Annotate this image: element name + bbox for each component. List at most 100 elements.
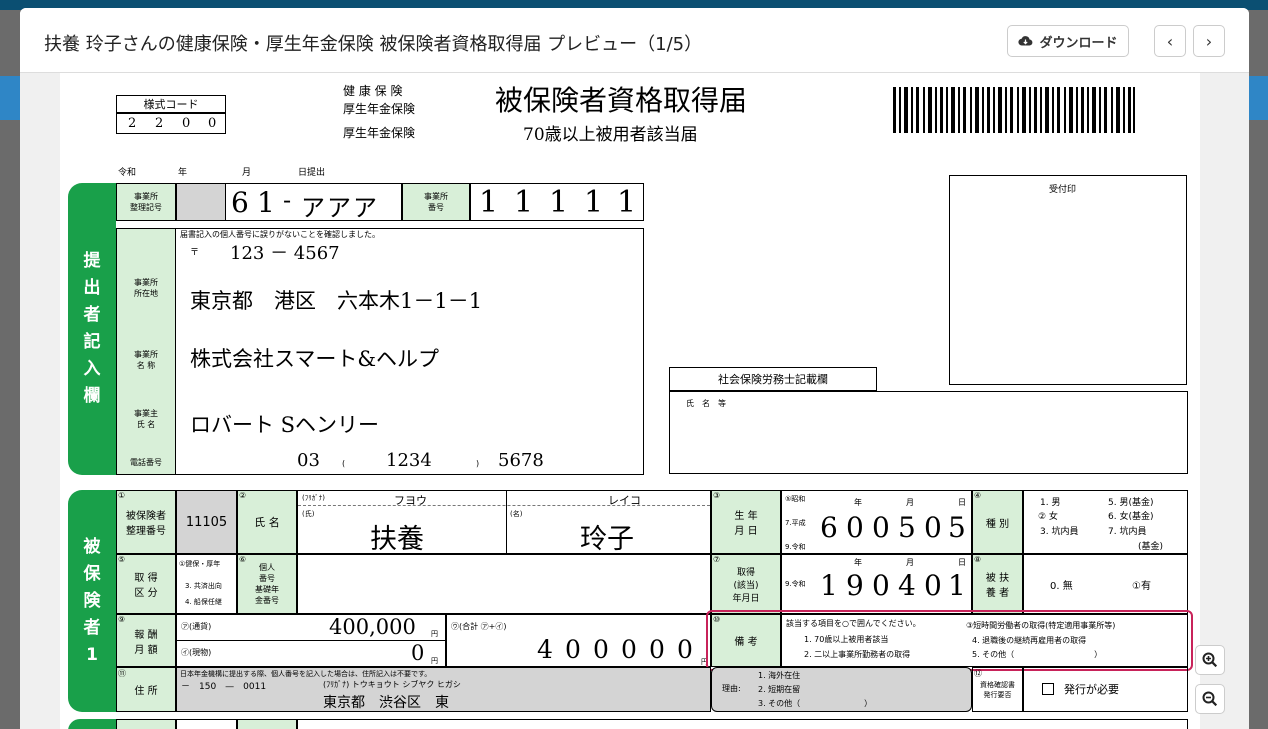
preview-modal: 扶養 玲子さんの健康保険・厚生年金保険 被保険者資格取得届 プレビュー（1/5）… xyxy=(20,8,1249,729)
next-row-cell xyxy=(297,719,1188,729)
office-reg-char: ア xyxy=(301,194,325,222)
zoom-in-icon xyxy=(1202,652,1218,668)
ymd-label: 年 xyxy=(854,498,862,507)
postal-code: 123 － 4567 xyxy=(230,243,340,264)
dependent-none: 0. 無 xyxy=(1050,581,1073,592)
birth-era: 9.令和 xyxy=(785,543,806,551)
acq-type-option: ①健保・厚年 xyxy=(179,560,221,568)
f7-num: ⑦ xyxy=(713,555,721,564)
given-label: (名) xyxy=(510,510,523,518)
issue-checkbox[interactable] xyxy=(1042,683,1054,695)
furigana-label: (ﾌﾘｶﾞﾅ) xyxy=(302,494,325,502)
ymd-label: 月 xyxy=(906,558,914,567)
pdf-viewer[interactable]: 様式コード 2 2 0 0 健 康 保 険 厚生年金保険 厚生年金保険 被保険者… xyxy=(20,73,1249,729)
acq-era: 9.令和 xyxy=(785,580,806,588)
acq-digit: 9 xyxy=(846,569,864,602)
f6-num: ⑥ xyxy=(239,555,247,564)
insured-section-tab: 被保険者1 xyxy=(68,490,116,712)
reason-option: 3. その他（ ） xyxy=(758,699,873,708)
date-label: 月 xyxy=(242,168,252,178)
style-code-digit: 0 xyxy=(182,116,191,131)
form-subtitle: 70歳以上被用者該当届 xyxy=(523,125,698,145)
f7-label: 取得 (該当) 年月日 xyxy=(711,554,781,614)
personal-number-field xyxy=(297,554,711,614)
office-reg-char: ア xyxy=(353,194,377,222)
total-field: ㋒(合計 ㋐+㋑) 4 0 0 0 0 0 円 xyxy=(446,614,711,667)
phone-part: ( xyxy=(342,459,346,468)
birth-field: ⑤昭和 7.平成 9.令和 年 月 日 6 0 0 5 0 5 xyxy=(781,490,972,554)
reason-option: 2. 短期在留 xyxy=(758,685,801,694)
zoom-out-icon xyxy=(1202,691,1218,707)
phone-part: 5678 xyxy=(498,450,544,471)
office-no-field: 1 1 1 1 1 xyxy=(470,183,644,221)
phone-label: 電話番号 xyxy=(130,458,162,467)
ymd-label: 日 xyxy=(958,498,966,507)
birth-era: 7.平成 xyxy=(785,519,806,527)
f5-num: ⑤ xyxy=(118,555,126,564)
phone-part: 1234 xyxy=(386,450,432,471)
family-label: (氏) xyxy=(302,510,315,518)
modal-title: 扶養 玲子さんの健康保険・厚生年金保険 被保険者資格取得届 プレビュー（1/5） xyxy=(44,34,703,55)
style-code-box: 2 2 0 0 xyxy=(116,113,226,134)
next-page-button[interactable]: › xyxy=(1193,25,1225,57)
office-reg-char: - xyxy=(283,186,292,214)
f1-value: 11105 xyxy=(176,490,237,554)
chevron-right-icon: › xyxy=(1205,31,1213,51)
office-address: 東京都 港区 六本木1－1－1 xyxy=(190,289,483,313)
type-option: 5. 男(基金) xyxy=(1108,498,1154,508)
type-option: ② 女 xyxy=(1038,512,1058,522)
birth-digit: 5 xyxy=(898,511,916,544)
ymd-label: 日 xyxy=(958,558,966,567)
f9-num: ⑨ xyxy=(118,615,126,624)
total-digit: 0 xyxy=(677,635,693,664)
prev-page-button[interactable]: ‹ xyxy=(1154,25,1186,57)
acq-type-option: 3. 共済出向 xyxy=(185,582,222,590)
insurance-line: 厚生年金保険 xyxy=(343,126,416,140)
chevron-left-icon: ‹ xyxy=(1166,31,1174,51)
date-label: 年 xyxy=(178,168,188,178)
style-code-digit: 2 xyxy=(155,116,164,131)
reason-option: 1. 海外在住 xyxy=(758,671,801,680)
goods-value: 0 xyxy=(411,641,425,665)
f2-num: ② xyxy=(239,491,247,500)
salary-field: ㋐(通貨) 400,000 円 ㋑(現物) 0 円 xyxy=(176,614,446,667)
zoom-in-button[interactable] xyxy=(1195,645,1225,675)
office-no-digit: 1 xyxy=(617,185,637,220)
f11-num: ⑪ xyxy=(118,669,126,678)
dependent-field: 0. 無 ①有 xyxy=(1023,554,1188,614)
owner-label: 事業主 氏 名 xyxy=(134,409,158,429)
submitter-section-tab: 提出者記入欄 xyxy=(68,183,116,475)
download-button[interactable]: ダウンロード xyxy=(1007,25,1129,57)
birth-digit: 0 xyxy=(872,511,890,544)
address-kana: (ﾌﾘｶﾞﾅ) トウキョウト シブヤク ヒガシ xyxy=(323,680,461,689)
next-row-cell xyxy=(237,719,297,729)
next-row-cell xyxy=(116,719,176,729)
type-option: (基金) xyxy=(1138,542,1164,552)
barcode xyxy=(893,87,1135,133)
office-no-label: 事業所 番号 xyxy=(402,183,470,221)
background-banner-left xyxy=(0,76,20,120)
cloud-download-icon xyxy=(1018,36,1033,46)
office-name: 株式会社スマート&ヘルプ xyxy=(190,347,440,371)
type-option: 1. 男 xyxy=(1040,498,1061,508)
office-reg-char: ア xyxy=(327,194,351,222)
acq-digit: 0 xyxy=(872,569,890,602)
sharoushi-name-label: 氏 名 等 xyxy=(686,399,726,408)
birth-digit: 0 xyxy=(846,511,864,544)
zoom-out-button[interactable] xyxy=(1195,684,1225,714)
f3-label: 生 年 月 日 xyxy=(711,490,781,554)
acq-digit: 1 xyxy=(820,569,838,602)
birth-digit: 5 xyxy=(948,511,966,544)
form-title: 被保険者資格取得届 xyxy=(495,84,748,117)
address-postal: － 150 — 0011 xyxy=(181,682,267,692)
form-page: 様式コード 2 2 0 0 健 康 保 険 厚生年金保険 厚生年金保険 被保険者… xyxy=(60,73,1200,729)
insurance-line: 厚生年金保険 xyxy=(343,102,416,116)
style-code-digit: 0 xyxy=(208,116,217,131)
receipt-stamp-box: 受付印 xyxy=(949,175,1187,385)
goods-label: ㋑(現物) xyxy=(181,648,212,657)
family-name: 扶養 xyxy=(370,524,424,555)
total-digit: 0 xyxy=(649,635,665,664)
total-digit: 0 xyxy=(593,635,609,664)
sharoushi-label: 社会保険労務士記載欄 xyxy=(669,367,877,391)
total-digit: 0 xyxy=(565,635,581,664)
